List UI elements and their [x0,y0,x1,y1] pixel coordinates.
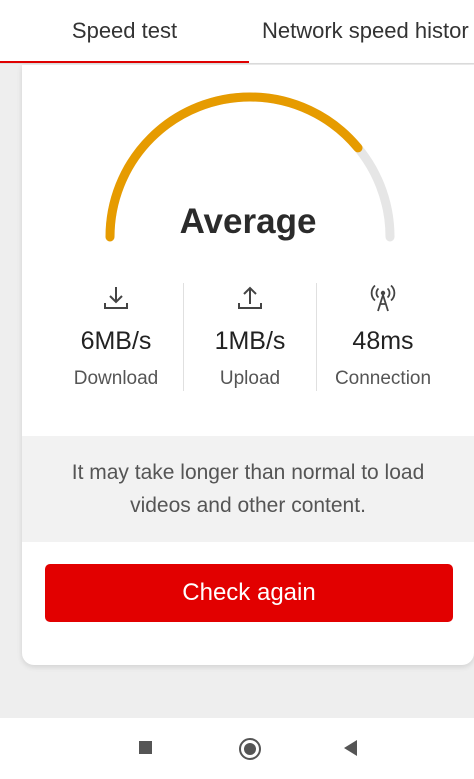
system-nav-bar [0,718,474,779]
download-icon [104,287,128,309]
upload-stat: 1MB/s Upload [180,283,320,390]
connection-stat: 48ms Connection [313,283,453,390]
upload-value: 1MB/s [214,327,286,355]
notice-line: It may take longer than normal to load [71,461,425,484]
signal-tower-icon [370,284,396,312]
connection-value: 48ms [352,327,414,355]
speed-notice: It may take longer than normal to load v… [22,436,474,542]
speed-rating: Average [179,202,317,241]
recent-apps-icon[interactable] [138,740,154,756]
tab-network-speed-history[interactable]: Network speed histor [262,0,469,62]
upload-label: Upload [219,368,281,389]
tab-speed-test[interactable]: Speed test [0,0,249,62]
tab-bar: Speed test Network speed histor [0,0,474,64]
home-icon[interactable] [238,737,262,761]
tab-bar-divider [0,63,474,64]
upload-icon [238,286,262,309]
download-label: Download [73,368,159,389]
speed-result-card: Average 6MB/s Download 1MB/s Upload 48ms… [22,65,474,665]
check-again-button[interactable]: Check again [45,564,453,622]
download-stat: 6MB/s Download [46,283,186,390]
download-value: 6MB/s [80,327,152,355]
connection-label: Connection [334,368,432,389]
back-icon[interactable] [342,739,360,757]
notice-line: videos and other content. [130,494,366,517]
